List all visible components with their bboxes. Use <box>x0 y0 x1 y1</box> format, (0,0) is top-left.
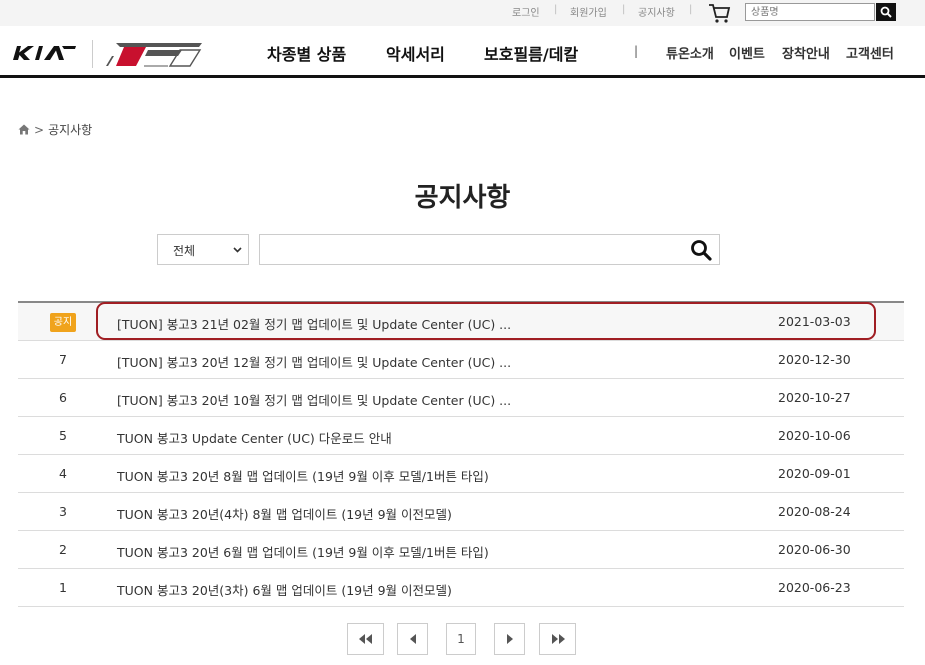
row-date: 2020-06-23 <box>778 580 851 595</box>
nav-accessories[interactable]: 악세서리 <box>386 41 445 65</box>
page-title: 공지사항 <box>414 183 511 213</box>
row-title[interactable]: [TUON] 봉고3 21년 02월 정기 맵 업데이트 및 Update Ce… <box>117 314 511 333</box>
product-search-button[interactable] <box>876 3 896 21</box>
notice-table: 공지 [TUON] 봉고3 21년 02월 정기 맵 업데이트 및 Update… <box>18 301 904 607</box>
row-date: 2021-03-03 <box>778 314 851 329</box>
row-number: 6 <box>59 390 67 405</box>
nav-events[interactable]: 이벤트 <box>729 43 765 62</box>
table-row[interactable]: 1 TUON 봉고3 20년(3차) 6월 맵 업데이트 (19년 9월 이전모… <box>18 569 904 607</box>
row-date: 2020-10-06 <box>778 428 851 443</box>
row-title[interactable]: TUON 봉고3 20년 6월 맵 업데이트 (19년 9월 이후 모델/1버튼… <box>117 542 489 561</box>
row-title[interactable]: [TUON] 봉고3 20년 10월 정기 맵 업데이트 및 Update Ce… <box>117 390 511 409</box>
chevron-down-icon <box>233 247 242 253</box>
separator: | <box>554 4 558 15</box>
cart-icon[interactable] <box>707 2 731 24</box>
prev-page-button[interactable] <box>397 623 428 655</box>
separator: | <box>689 4 693 15</box>
table-row[interactable]: 5 TUON 봉고3 Update Center (UC) 다운로드 안내 20… <box>18 417 904 455</box>
utility-bar: 로그인 | 회원가입 | 공지사항 | <box>0 0 925 26</box>
next-page-button[interactable] <box>494 623 525 655</box>
separator: | <box>622 4 626 15</box>
board-search-input[interactable] <box>259 234 720 265</box>
row-date: 2020-08-24 <box>778 504 851 519</box>
category-select[interactable]: 전체 <box>157 234 249 265</box>
row-title[interactable]: [TUON] 봉고3 20년 12월 정기 맵 업데이트 및 Update Ce… <box>117 352 511 371</box>
login-link[interactable]: 로그인 <box>512 4 540 19</box>
product-search-input[interactable] <box>745 3 875 21</box>
row-title[interactable]: TUON 봉고3 Update Center (UC) 다운로드 안내 <box>117 428 392 447</box>
breadcrumb-separator: > <box>34 122 45 137</box>
row-date: 2020-10-27 <box>778 390 851 405</box>
nav-protection-film[interactable]: 보호필름/데칼 <box>484 41 578 65</box>
arrow-left-icon <box>409 634 416 644</box>
table-row[interactable]: 7 [TUON] 봉고3 20년 12월 정기 맵 업데이트 및 Update … <box>18 341 904 379</box>
table-row[interactable]: 2 TUON 봉고3 20년 6월 맵 업데이트 (19년 9월 이후 모델/1… <box>18 531 904 569</box>
notice-link[interactable]: 공지사항 <box>638 4 675 19</box>
home-icon[interactable] <box>18 124 30 135</box>
search-icon <box>880 6 892 18</box>
row-date: 2020-06-30 <box>778 542 851 557</box>
double-arrow-right-icon <box>551 634 565 644</box>
breadcrumb-current: 공지사항 <box>48 123 93 137</box>
arrow-right-icon <box>506 634 513 644</box>
breadcrumb: > 공지사항 <box>18 121 92 138</box>
logo-divider <box>92 40 93 68</box>
nav-customer-center[interactable]: 고객센터 <box>846 43 894 62</box>
row-date: 2020-09-01 <box>778 466 851 481</box>
page-number: 1 <box>457 632 465 646</box>
page-number-button[interactable]: 1 <box>446 623 476 655</box>
row-number: 7 <box>59 352 67 367</box>
main-header: 차종별 상품 악세서리 보호필름/데칼 | 튜온소개 이벤트 장착안내 고객센터 <box>0 26 925 78</box>
row-number: 3 <box>59 504 67 519</box>
nav-vehicle-products[interactable]: 차종별 상품 <box>267 41 346 65</box>
row-title[interactable]: TUON 봉고3 20년(4차) 8월 맵 업데이트 (19년 9월 이전모델) <box>117 504 452 523</box>
table-row[interactable]: 3 TUON 봉고3 20년(4차) 8월 맵 업데이트 (19년 9월 이전모… <box>18 493 904 531</box>
nav-about[interactable]: 튜온소개 <box>666 43 714 62</box>
row-number: 5 <box>59 428 67 443</box>
category-select-value: 전체 <box>173 244 196 258</box>
last-page-button[interactable] <box>539 623 576 655</box>
row-number: 2 <box>59 542 67 557</box>
table-row[interactable]: 6 [TUON] 봉고3 20년 10월 정기 맵 업데이트 및 Update … <box>18 379 904 417</box>
tuon-logo[interactable] <box>104 40 204 68</box>
row-number: 4 <box>59 466 67 481</box>
nav-separator: | <box>634 44 639 58</box>
first-page-button[interactable] <box>347 623 384 655</box>
notice-badge: 공지 <box>50 313 76 332</box>
kia-logo[interactable] <box>12 44 78 62</box>
double-arrow-left-icon <box>358 634 372 644</box>
table-row[interactable]: 4 TUON 봉고3 20년 8월 맵 업데이트 (19년 9월 이후 모델/1… <box>18 455 904 493</box>
row-date: 2020-12-30 <box>778 352 851 367</box>
nav-installation[interactable]: 장착안내 <box>782 43 830 62</box>
search-icon[interactable] <box>689 238 713 262</box>
signup-link[interactable]: 회원가입 <box>570 4 607 19</box>
row-title[interactable]: TUON 봉고3 20년 8월 맵 업데이트 (19년 9월 이후 모델/1버튼… <box>117 466 489 485</box>
row-number: 1 <box>59 580 67 595</box>
row-title[interactable]: TUON 봉고3 20년(3차) 6월 맵 업데이트 (19년 9월 이전모델) <box>117 580 452 599</box>
table-row[interactable]: 공지 [TUON] 봉고3 21년 02월 정기 맵 업데이트 및 Update… <box>18 303 904 341</box>
